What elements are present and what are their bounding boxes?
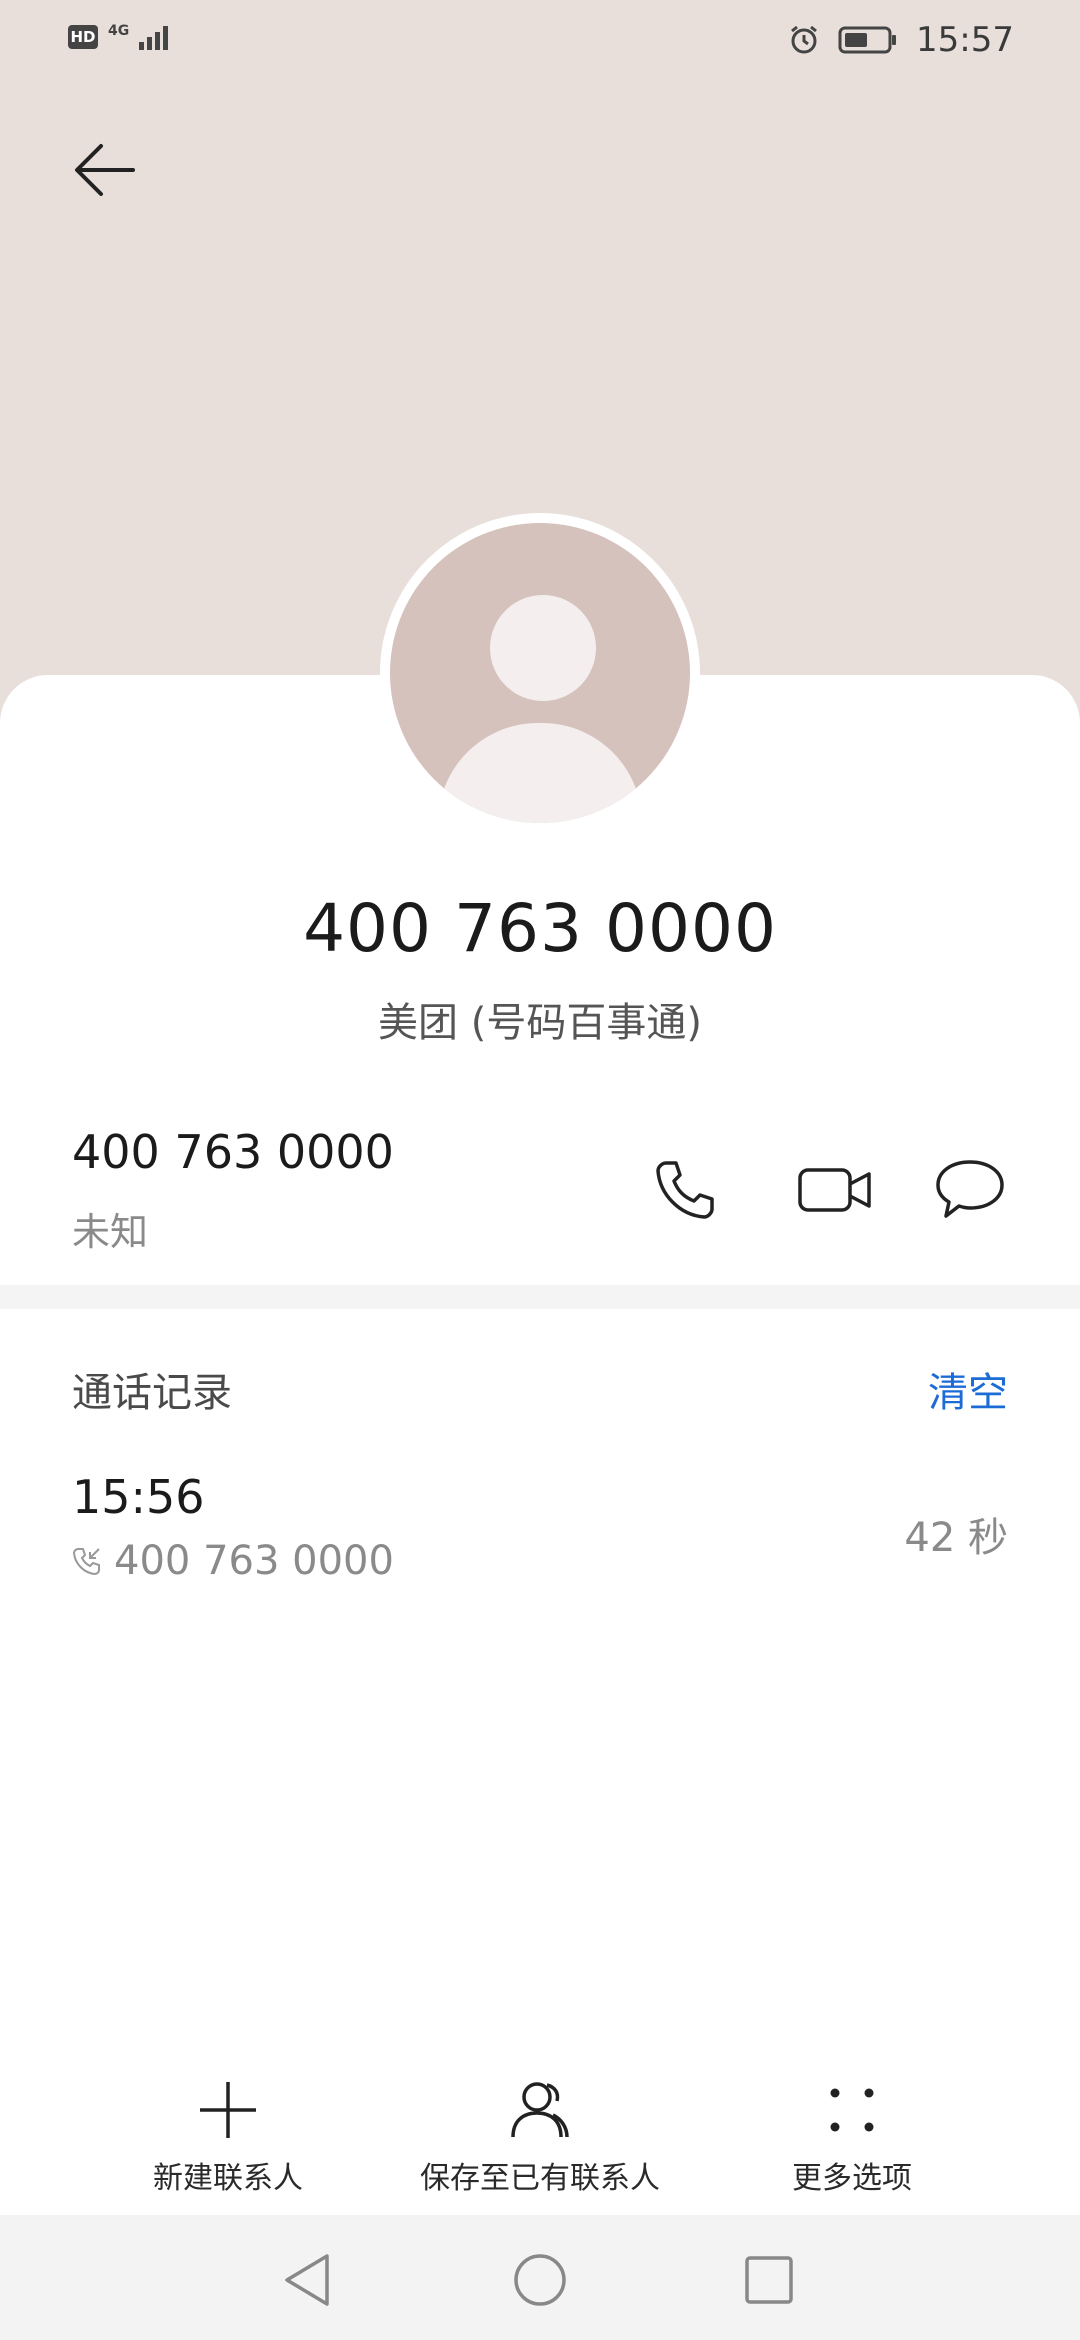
row-type: 未知: [72, 1210, 149, 1254]
network-label: 4G: [108, 23, 130, 39]
incoming-call-icon: [72, 1548, 100, 1576]
video-call-button[interactable]: [790, 1150, 880, 1230]
signal-icon: [139, 26, 169, 50]
avatar-body: [438, 723, 642, 823]
number-row[interactable]: 400 763 0000 未知: [72, 1125, 394, 1256]
square-recents-icon: [745, 2256, 793, 2304]
video-call-icon: [798, 1168, 871, 1212]
contact-number: 400 763 0000: [303, 890, 777, 967]
contact-name: 美团 (号码百事通): [378, 1000, 702, 1046]
call-button[interactable]: [645, 1150, 725, 1230]
back-button[interactable]: [70, 135, 140, 205]
log-number-row: 400 763 0000: [72, 1538, 394, 1584]
status-bar: HD 4G 15:57: [0, 0, 1080, 90]
new-contact-button[interactable]: 新建联系人: [78, 2075, 378, 2197]
message-icon: [936, 1160, 1004, 1218]
add-to-contact-icon: [511, 2082, 569, 2138]
navigation-bar: [0, 2215, 1080, 2340]
message-button[interactable]: [930, 1150, 1010, 1230]
row-number: 400 763 0000: [72, 1125, 394, 1179]
battery-icon: [838, 26, 897, 54]
new-contact-label: 新建联系人: [153, 2161, 303, 2196]
nav-back-button[interactable]: [272, 2245, 342, 2315]
plus-icon: [200, 2082, 256, 2138]
arrow-left-icon: [75, 144, 135, 196]
section-divider: [0, 1285, 1080, 1309]
hd-badge: HD: [68, 25, 98, 49]
more-options-label: 更多选项: [792, 2161, 912, 2196]
triangle-back-icon: [285, 2254, 329, 2306]
avatar-head: [490, 595, 596, 701]
log-number: 400 763 0000: [114, 1538, 394, 1584]
phone-icon: [656, 1161, 714, 1219]
clear-button[interactable]: 清空: [928, 1360, 1008, 1418]
nav-recents-button[interactable]: [734, 2245, 804, 2315]
save-existing-label: 保存至已有联系人: [420, 2161, 660, 2196]
call-log-title: 通话记录: [72, 1370, 232, 1416]
avatar: [390, 523, 690, 823]
log-time: 15:56: [72, 1470, 205, 1524]
circle-home-icon: [514, 2254, 566, 2306]
save-existing-button[interactable]: 保存至已有联系人: [390, 2075, 690, 2197]
more-options-button[interactable]: 更多选项: [702, 2075, 1002, 2197]
status-time: 15:57: [916, 20, 1014, 60]
alarm-icon: [791, 25, 817, 54]
log-duration: 42 秒: [904, 1515, 1008, 1561]
more-dots-icon: [830, 2088, 874, 2132]
nav-home-button[interactable]: [505, 2245, 575, 2315]
